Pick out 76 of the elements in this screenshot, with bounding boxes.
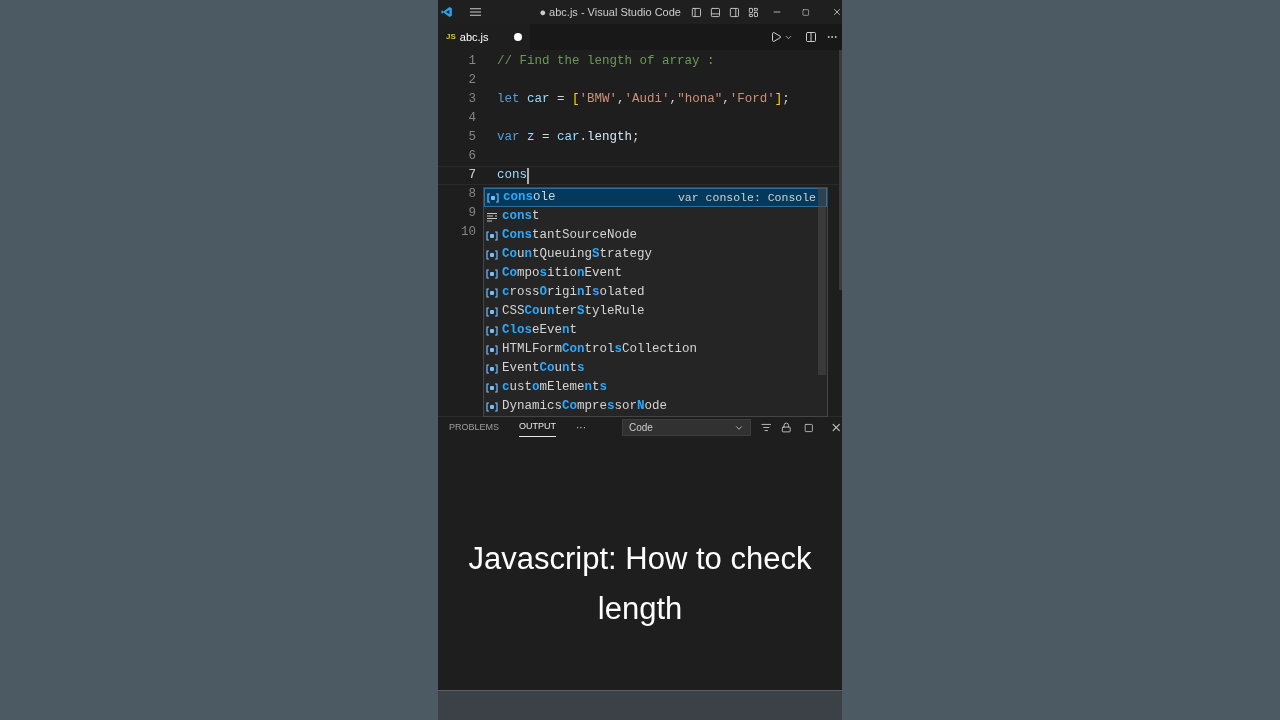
suggestion-item[interactable]: ConstantSourceNode xyxy=(484,226,827,245)
variable-icon xyxy=(486,344,498,355)
line-number: 9 xyxy=(467,205,476,223)
panel-tab[interactable]: PROBLEMS xyxy=(449,418,499,437)
panel-layout-icon[interactable] xyxy=(709,5,721,19)
line-number: 10 xyxy=(460,224,476,242)
filter-icon[interactable] xyxy=(760,422,772,433)
variable-icon xyxy=(486,230,498,241)
more-actions-button[interactable]: ··· xyxy=(576,420,586,435)
code-line: cons xyxy=(497,167,527,185)
video-caption: Javascript: How to check length xyxy=(467,540,813,628)
variable-icon xyxy=(486,382,498,393)
suggestion-label: console xyxy=(503,189,556,207)
suggestion-label: CSSCounterStyleRule xyxy=(502,303,645,321)
suggestion-label: HTMLFormControlsCollection xyxy=(502,341,698,359)
suggestion-item[interactable]: CountQueuingStrategy xyxy=(484,245,827,264)
close-icon[interactable] xyxy=(831,6,842,18)
suggestion-item[interactable]: console var console: Console xyxy=(484,188,827,207)
variable-icon xyxy=(486,287,498,298)
run-icon[interactable] xyxy=(770,31,782,43)
line-number: 6 xyxy=(467,148,476,166)
suggestion-item[interactable]: customElements xyxy=(484,378,827,397)
maximize-panel-icon[interactable] xyxy=(803,422,814,433)
text-cursor xyxy=(527,167,529,184)
split-editor-icon[interactable] xyxy=(805,31,817,43)
code-line: // Find the length of array : xyxy=(497,53,715,71)
lock-icon[interactable] xyxy=(781,422,792,433)
suggestion-detail: var console: Console xyxy=(677,189,816,206)
suggestion-scrollbar[interactable] xyxy=(818,188,826,375)
suggestion-item[interactable]: CloseEvent xyxy=(484,321,827,340)
secondary-sidebar-layout-icon[interactable] xyxy=(728,5,740,19)
line-number: 5 xyxy=(467,129,476,147)
line-number: 1 xyxy=(467,53,476,71)
line-number: 3 xyxy=(467,91,476,109)
panel-tab[interactable]: OUTPUT xyxy=(519,418,556,437)
sidebar-layout-icon[interactable] xyxy=(691,5,702,19)
suggestion-label: CloseEvent xyxy=(502,322,578,340)
editor-tab[interactable]: JS abc.js xyxy=(438,24,530,50)
suggestion-item[interactable]: const xyxy=(484,207,827,226)
code-line: var z = car.length; xyxy=(497,129,640,147)
keyword-icon xyxy=(486,211,498,222)
code-line: let car = ['BMW','Audi',"hona",'Ford']; xyxy=(497,91,790,109)
line-number: 4 xyxy=(467,110,476,128)
layout-grid-icon[interactable] xyxy=(747,5,759,19)
variable-icon xyxy=(486,306,498,317)
window-title: ● abc.js - Visual Studio Code xyxy=(539,4,681,20)
suggestion-item[interactable]: CompositionEvent xyxy=(484,264,827,283)
suggestion-label: customElements xyxy=(502,379,608,397)
editor-scrollbar[interactable] xyxy=(839,50,842,290)
variable-icon xyxy=(486,249,498,260)
suggestion-label: EventCounts xyxy=(502,360,585,378)
suggestion-label: DynamicsCompressorNode xyxy=(502,398,668,416)
menu-icon[interactable] xyxy=(469,7,482,17)
suggestion-label: const xyxy=(502,208,540,226)
line-number: 7 xyxy=(467,167,476,185)
suggestion-label: crossOriginIsolated xyxy=(502,284,645,302)
suggestion-item[interactable]: crossOriginIsolated xyxy=(484,283,827,302)
variable-icon xyxy=(486,363,498,374)
suggestion-label: ConstantSourceNode xyxy=(502,227,638,245)
variable-icon xyxy=(487,192,499,203)
output-channel-dropdown[interactable]: Code xyxy=(622,419,751,436)
suggestion-label: CompositionEvent xyxy=(502,265,623,283)
variable-icon xyxy=(486,268,498,279)
javascript-file-icon: JS xyxy=(446,31,456,43)
line-number: 2 xyxy=(467,72,476,90)
suggestion-item[interactable]: DynamicsCompressorNode xyxy=(484,397,827,416)
close-panel-icon[interactable] xyxy=(829,421,842,434)
maximize-icon[interactable] xyxy=(802,7,810,17)
editor-logo-icon xyxy=(441,5,453,19)
suggestion-item[interactable]: HTMLFormControlsCollection xyxy=(484,340,827,359)
suggestion-label: CountQueuingStrategy xyxy=(502,246,653,264)
variable-icon xyxy=(486,325,498,336)
line-number: 8 xyxy=(467,186,476,204)
suggestion-item[interactable]: EventCounts xyxy=(484,359,827,378)
suggestion-item[interactable]: CSSCounterStyleRule xyxy=(484,302,827,321)
variable-icon xyxy=(486,401,498,412)
